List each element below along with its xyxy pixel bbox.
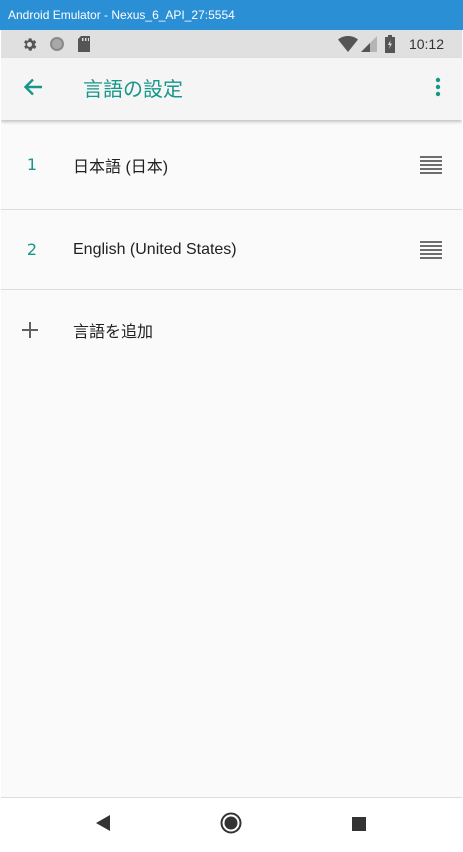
- add-language-button[interactable]: 言語を追加: [1, 290, 462, 370]
- nav-home-button[interactable]: [209, 798, 253, 851]
- language-order-number: 2: [26, 240, 38, 259]
- more-vert-icon: [435, 77, 441, 101]
- sd-card-icon: [77, 30, 91, 58]
- circle-icon: [49, 30, 65, 58]
- back-triangle-icon: [96, 815, 110, 835]
- language-label: 日本語 (日本): [73, 158, 169, 176]
- nav-recents-button[interactable]: [337, 798, 381, 851]
- drag-handle-icon[interactable]: [420, 155, 442, 174]
- back-button[interactable]: [11, 66, 55, 112]
- app-bar: 言語の設定: [1, 58, 462, 120]
- arrow-left-icon: [23, 78, 43, 100]
- signal-icon: [361, 30, 377, 58]
- plus-icon: [21, 290, 39, 370]
- gear-icon: [21, 30, 38, 58]
- status-time: 10:12: [408, 36, 444, 52]
- status-bar: 10:12: [1, 30, 462, 58]
- add-language-label: 言語を追加: [73, 322, 154, 341]
- language-item[interactable]: 1 日本語 (日本): [1, 120, 462, 210]
- home-circle-icon: [220, 812, 242, 838]
- language-item[interactable]: 2 English (United States): [1, 210, 462, 290]
- page-title: 言語の設定: [83, 77, 183, 101]
- language-order-number: 1: [26, 155, 38, 174]
- more-options-button[interactable]: [420, 66, 456, 112]
- language-label: English (United States): [73, 240, 237, 258]
- wifi-icon: [338, 30, 358, 58]
- nav-back-button[interactable]: [81, 798, 125, 851]
- navigation-bar: [1, 797, 462, 851]
- recents-square-icon: [352, 816, 366, 835]
- device-screen: 10:12 言語の設定 1 日本語 (日本) 2 English (United…: [1, 30, 462, 851]
- battery-icon: [385, 30, 395, 58]
- language-list: 1 日本語 (日本) 2 English (United States) 言語を…: [1, 120, 462, 370]
- emulator-window-title: Android Emulator - Nexus_6_API_27:5554: [0, 0, 463, 30]
- drag-handle-icon[interactable]: [420, 240, 442, 259]
